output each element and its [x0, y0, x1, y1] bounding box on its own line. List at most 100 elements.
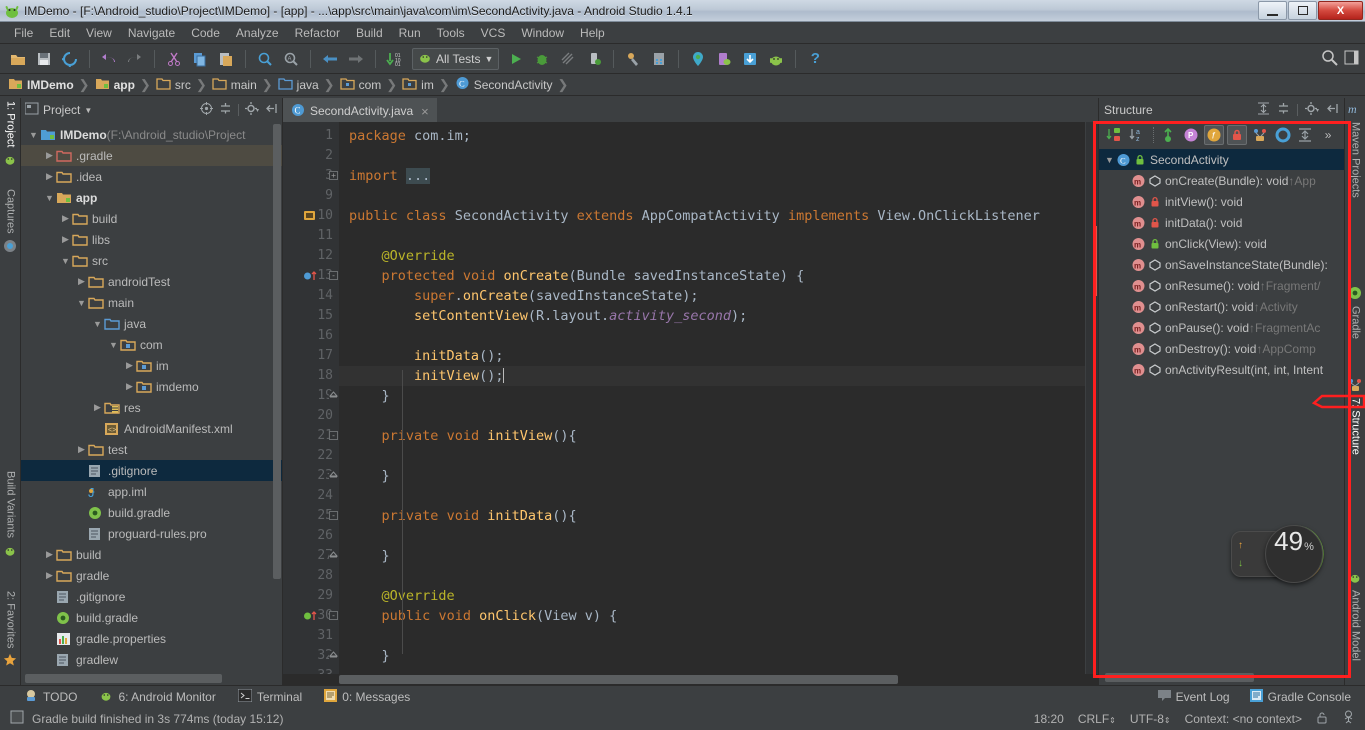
- project-tree-item-gradlew[interactable]: gradlew: [21, 649, 282, 670]
- code-line[interactable]: [339, 666, 1085, 674]
- code-line[interactable]: protected void onCreate(Bundle savedInst…: [339, 266, 1085, 286]
- undo-icon[interactable]: [97, 47, 121, 71]
- status-build-icon[interactable]: [10, 710, 24, 727]
- line-separator[interactable]: CRLF⇕: [1078, 712, 1116, 726]
- error-stripe[interactable]: [1093, 226, 1097, 296]
- code-line[interactable]: [339, 226, 1085, 246]
- structure-tree[interactable]: ▼ C SecondActivity m onCreate(Bundle): void …: [1099, 148, 1344, 671]
- project-tree-item-build[interactable]: ▶ build: [21, 208, 282, 229]
- cut-icon[interactable]: [162, 47, 186, 71]
- code-line[interactable]: private void initData(){: [339, 506, 1085, 526]
- structure-item-onsaveinstancestate[interactable]: m onSaveInstanceState(Bundle):: [1099, 254, 1344, 275]
- android-bean-marker-icon[interactable]: [303, 209, 316, 222]
- bottom-tool-todo[interactable]: TODO: [24, 688, 77, 705]
- file-encoding[interactable]: UTF-8⇕: [1130, 712, 1171, 726]
- menu-item-file[interactable]: File: [6, 24, 41, 42]
- gutter-line[interactable]: 2: [283, 146, 339, 166]
- breadcrumb-item-src[interactable]: src: [154, 77, 193, 93]
- menu-item-help[interactable]: Help: [572, 24, 613, 42]
- breadcrumb-item-im[interactable]: im: [400, 77, 436, 93]
- code-line[interactable]: [339, 526, 1085, 546]
- settings-icon[interactable]: ▾: [1305, 102, 1319, 118]
- chevron-down-icon[interactable]: ▼: [75, 298, 88, 308]
- chevron-right-icon[interactable]: ▶: [59, 234, 72, 245]
- menu-item-build[interactable]: Build: [348, 24, 391, 42]
- gutter-line[interactable]: 3+: [283, 166, 339, 186]
- collapse-icon[interactable]: [1277, 102, 1290, 118]
- help-icon[interactable]: ?: [803, 47, 827, 71]
- project-tree-item-androidmanifest.xml[interactable]: <> AndroidManifest.xml: [21, 418, 282, 439]
- coverage-icon[interactable]: [556, 47, 580, 71]
- gutter-line[interactable]: 19: [283, 386, 339, 406]
- project-tree-item-imdemo[interactable]: ▶ imdemo: [21, 376, 282, 397]
- hide-icon[interactable]: [265, 102, 278, 118]
- chevron-right-icon[interactable]: ▶: [59, 213, 72, 224]
- more-icon[interactable]: »: [1318, 125, 1338, 145]
- gutter-line[interactable]: 32: [283, 646, 339, 666]
- project-tree-item-com[interactable]: ▼ com: [21, 334, 282, 355]
- code-line[interactable]: @Override: [339, 246, 1085, 266]
- project-tree-item-build.gradle[interactable]: build.gradle: [21, 502, 282, 523]
- sidebar-item-structure[interactable]: 7: Structure: [1345, 376, 1365, 458]
- redo-icon[interactable]: [123, 47, 147, 71]
- project-tree-item-java[interactable]: ▼ java: [21, 313, 282, 334]
- project-tree-item-.gitignore[interactable]: .gitignore: [21, 460, 282, 481]
- show-properties-icon[interactable]: P: [1181, 125, 1201, 145]
- project-tree[interactable]: ▼ IMDemo (F:\Android_studio\Project ▶ .grad…: [21, 122, 282, 673]
- gutter-line[interactable]: 28: [283, 566, 339, 586]
- gutter-line[interactable]: 9: [283, 186, 339, 206]
- sidebar-item-captures[interactable]: Captures: [0, 186, 21, 256]
- layout-icon[interactable]: [1344, 50, 1359, 68]
- gutter-line[interactable]: 20: [283, 406, 339, 426]
- project-tree-item-app.iml[interactable]: Ɉapp.iml: [21, 481, 282, 502]
- sidebar-item-build-variants[interactable]: Build Variants: [0, 468, 21, 560]
- chevron-right-icon[interactable]: ▶: [43, 150, 56, 161]
- chevron-down-icon[interactable]: ▼: [59, 256, 72, 266]
- close-button[interactable]: X: [1318, 1, 1363, 20]
- target-icon[interactable]: [200, 102, 213, 118]
- gutter-line[interactable]: 1: [283, 126, 339, 146]
- chevron-right-icon[interactable]: ▶: [91, 402, 104, 413]
- code-fold-toggle[interactable]: [328, 651, 339, 660]
- android-device-icon[interactable]: [764, 47, 788, 71]
- menu-item-code[interactable]: Code: [183, 24, 228, 42]
- unlocked-icon[interactable]: [1316, 711, 1328, 727]
- project-tree-item-main[interactable]: ▼ main: [21, 292, 282, 313]
- hector-icon[interactable]: [1342, 710, 1355, 727]
- project-tree-item-build.gradle[interactable]: build.gradle: [21, 607, 282, 628]
- gutter-line[interactable]: 18: [283, 366, 339, 386]
- chevron-down-icon[interactable]: ▼: [27, 130, 40, 140]
- code-line[interactable]: [339, 446, 1085, 466]
- structure-item-onpause[interactable]: m onPause(): void ↑FragmentAc: [1099, 317, 1344, 338]
- caret-position[interactable]: 18:20: [1034, 712, 1064, 726]
- code-line[interactable]: }: [339, 386, 1085, 406]
- structure-item-secondactivity[interactable]: ▼ C SecondActivity: [1099, 149, 1344, 170]
- code-fold-toggle[interactable]: [328, 471, 339, 480]
- code-editor[interactable]: package com.im; import ... public class …: [339, 122, 1085, 674]
- sidebar-item-gradle[interactable]: Gradle: [1345, 284, 1365, 342]
- settings-icon[interactable]: ▾: [245, 102, 259, 118]
- structure-item-oncreate[interactable]: m onCreate(Bundle): void ↑App: [1099, 170, 1344, 191]
- structure-item-onactivityresult[interactable]: m onActivityResult(int, int, Intent: [1099, 359, 1344, 380]
- gutter-line[interactable]: 10: [283, 206, 339, 226]
- bottom-tool-android-monitor[interactable]: 6: Android Monitor: [99, 688, 216, 705]
- gutter-line[interactable]: 30-: [283, 606, 339, 626]
- editor-gutter[interactable]: 123+910111213-1415161718192021-22232425-…: [283, 122, 339, 674]
- code-line[interactable]: [339, 626, 1085, 646]
- project-tree-hscrollbar[interactable]: [25, 674, 222, 683]
- sdk-manager-icon[interactable]: [647, 47, 671, 71]
- chevron-down-icon[interactable]: ▼: [91, 319, 104, 329]
- avd-manager-icon[interactable]: [686, 47, 710, 71]
- breadcrumb-item-imdemo[interactable]: IMDemo: [6, 77, 76, 93]
- paste-icon[interactable]: [214, 47, 238, 71]
- code-fold-toggle[interactable]: -: [329, 611, 338, 620]
- gutter-line[interactable]: 26: [283, 526, 339, 546]
- code-line[interactable]: public void onClick(View v) {: [339, 606, 1085, 626]
- gutter-line[interactable]: 13-: [283, 266, 339, 286]
- gutter-line[interactable]: 14: [283, 286, 339, 306]
- code-fold-toggle[interactable]: +: [329, 171, 338, 180]
- gutter-line[interactable]: 11: [283, 226, 339, 246]
- sort-by-visibility-icon[interactable]: [1105, 125, 1125, 145]
- gutter-line[interactable]: 21-: [283, 426, 339, 446]
- code-line[interactable]: [339, 406, 1085, 426]
